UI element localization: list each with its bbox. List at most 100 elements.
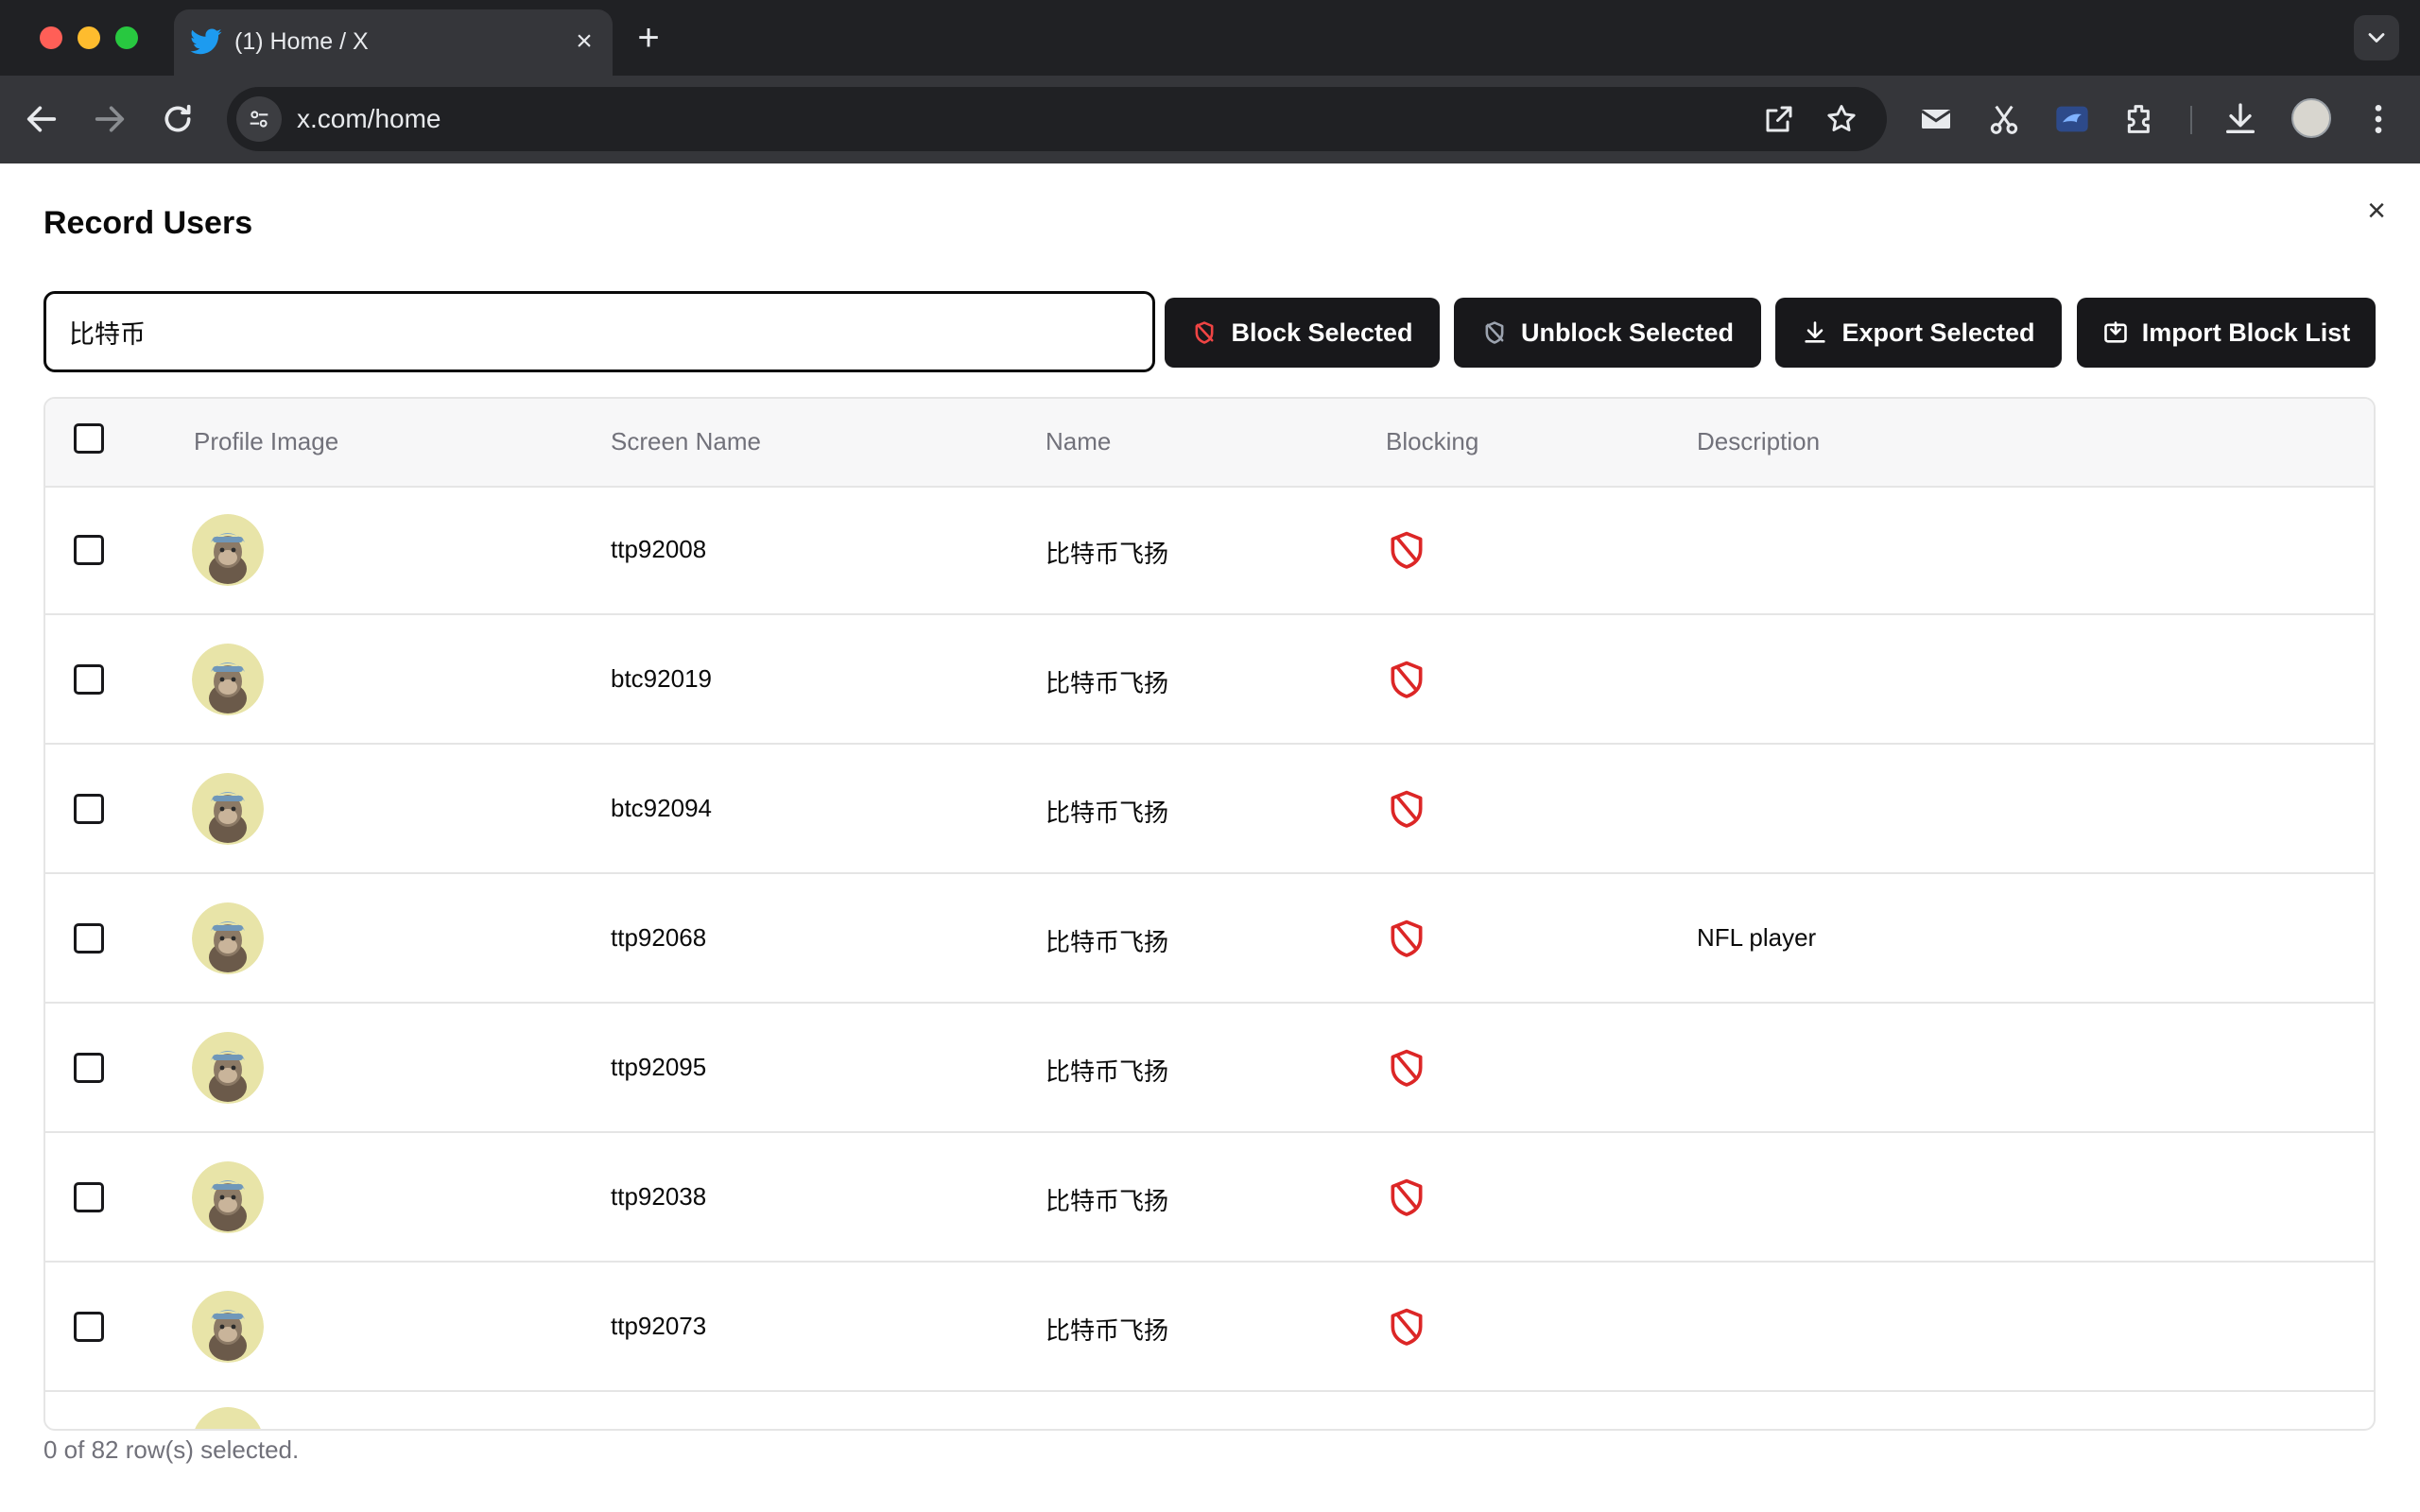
shield-blocked-icon[interactable] — [1386, 1306, 1427, 1348]
block-selected-label: Block Selected — [1231, 318, 1413, 347]
screen-name-cell: btc92019 — [611, 664, 712, 693]
tune-icon — [250, 111, 268, 128]
download-icon — [1805, 321, 1826, 343]
tab-search-button[interactable] — [2354, 15, 2399, 60]
tab-strip: (1) Home / X × + — [0, 0, 2420, 76]
table-row: ttp92068 比特币飞扬 NFL player — [45, 874, 2374, 1004]
window-minimize-button[interactable] — [78, 26, 100, 49]
table-header: Profile Image Screen Name Name Blocking … — [45, 399, 2374, 488]
block-selected-button[interactable]: Block Selected — [1165, 298, 1440, 368]
row-checkbox[interactable] — [74, 1053, 104, 1083]
header-name[interactable]: Name — [1046, 427, 1111, 456]
shield-blocked-icon[interactable] — [1386, 659, 1427, 700]
open-in-new-icon[interactable] — [1762, 102, 1796, 136]
name-cell: 比特币飞扬 — [1046, 1057, 1169, 1086]
avatar — [192, 644, 264, 715]
row-checkbox[interactable] — [74, 923, 104, 954]
table-row: ttp92038 比特币飞扬 — [45, 1133, 2374, 1263]
tab-home-x[interactable]: (1) Home / X × — [174, 9, 613, 76]
screen-name-cell: ttp92038 — [611, 1182, 707, 1211]
import-block-list-button[interactable]: Import Block List — [2077, 298, 2376, 368]
table-row: ttp92008 比特币飞扬 — [45, 486, 2374, 615]
header-profile-image[interactable]: Profile Image — [194, 427, 338, 456]
select-all-checkbox[interactable] — [74, 423, 104, 454]
name-cell: 比特币飞扬 — [1046, 799, 1169, 827]
header-blocking[interactable]: Blocking — [1386, 427, 1478, 456]
avatar — [192, 1291, 264, 1363]
users-table: Profile Image Screen Name Name Blocking … — [43, 397, 2376, 1431]
profile-avatar[interactable] — [2291, 98, 2331, 138]
screen-name-cell: btc92094 — [611, 794, 712, 822]
row-checkbox[interactable] — [74, 535, 104, 565]
chevron-down-icon — [2368, 33, 2385, 43]
window-maximize-button[interactable] — [115, 26, 138, 49]
avatar — [192, 1407, 264, 1429]
unblock-selected-label: Unblock Selected — [1520, 318, 1735, 347]
reload-icon[interactable] — [159, 100, 197, 138]
shield-blocked-icon[interactable] — [1386, 529, 1427, 571]
record-users-dialog: Record Users × Block Selected Unblock Se… — [0, 163, 2420, 1512]
avatar — [192, 1032, 264, 1104]
shield-blocked-icon[interactable] — [1386, 1047, 1427, 1089]
search-input[interactable] — [43, 291, 1155, 372]
screen-name-cell: ttp92073 — [611, 1312, 707, 1340]
shield-blocked-icon[interactable] — [1386, 1177, 1427, 1218]
download-icon[interactable] — [2221, 100, 2259, 138]
shield-blocked-icon[interactable] — [1386, 918, 1427, 959]
table-row: btc92019 比特币飞扬 — [45, 615, 2374, 745]
shield-off-icon — [1485, 321, 1504, 344]
description-cell: NFL player — [1697, 923, 1817, 952]
screen-name-cell: ttp92068 — [611, 923, 707, 952]
row-checkbox[interactable] — [74, 1182, 104, 1212]
avatar — [192, 514, 264, 586]
browser-toolbar: x.com/home — [0, 76, 2420, 163]
name-cell: 比特币飞扬 — [1046, 928, 1169, 956]
dialog-title: Record Users — [43, 205, 253, 241]
name-cell: 比特币飞扬 — [1046, 669, 1169, 697]
header-screen-name[interactable]: Screen Name — [611, 427, 761, 456]
bookmark-star-icon[interactable] — [1824, 102, 1858, 136]
shield-blocked-icon[interactable] — [1386, 788, 1427, 830]
name-cell: 比特币飞扬 — [1046, 1187, 1169, 1215]
name-cell: 比特币飞扬 — [1046, 1316, 1169, 1345]
back-arrow-icon[interactable] — [23, 100, 60, 138]
scissors-extension-icon[interactable] — [1985, 100, 2023, 138]
puzzle-extensions-icon[interactable] — [2121, 100, 2159, 138]
selection-status: 0 of 82 row(s) selected. — [43, 1435, 300, 1464]
table-row: ttp92073 比特币飞扬 — [45, 1263, 2374, 1392]
browser-chrome: (1) Home / X × + x.com/home — [0, 0, 2420, 163]
screen-name-cell: ttp92008 — [611, 535, 707, 563]
new-tab-button[interactable]: + — [631, 19, 666, 57]
close-icon[interactable]: × — [2358, 192, 2395, 230]
export-selected-label: Export Selected — [1841, 318, 2035, 347]
table-row: ttp92095 比特币飞扬 — [45, 1004, 2374, 1133]
row-checkbox[interactable] — [74, 664, 104, 695]
url-text[interactable]: x.com/home — [297, 104, 441, 134]
blue-bird-extension-icon[interactable] — [2053, 100, 2091, 138]
mail-extension-icon[interactable] — [1917, 100, 1955, 138]
site-info-button[interactable] — [236, 96, 282, 142]
tab-title: (1) Home / X — [234, 28, 369, 55]
name-cell: 比特币飞扬 — [1046, 540, 1169, 568]
forward-arrow-icon[interactable] — [91, 100, 129, 138]
row-checkbox[interactable] — [74, 794, 104, 824]
screen-name-cell: ttp92095 — [611, 1053, 707, 1081]
export-selected-button[interactable]: Export Selected — [1775, 298, 2062, 368]
avatar — [192, 902, 264, 974]
import-icon — [2103, 321, 2127, 343]
table-row: btc92094 比特币飞扬 — [45, 745, 2374, 874]
more-vert-icon[interactable] — [2360, 100, 2397, 138]
window-close-button[interactable] — [40, 26, 62, 49]
shield-off-icon — [1196, 321, 1214, 344]
toolbar-divider — [2190, 106, 2192, 134]
unblock-selected-button[interactable]: Unblock Selected — [1454, 298, 1761, 368]
row-checkbox[interactable] — [74, 1312, 104, 1342]
import-block-list-label: Import Block List — [2141, 318, 2351, 347]
twitter-bird-icon — [190, 28, 222, 55]
address-bar[interactable]: x.com/home — [227, 87, 1887, 151]
table-row — [45, 1392, 2374, 1429]
avatar — [192, 773, 264, 845]
avatar — [192, 1161, 264, 1233]
tab-close-icon[interactable]: × — [569, 26, 599, 57]
header-description[interactable]: Description — [1697, 427, 1820, 456]
